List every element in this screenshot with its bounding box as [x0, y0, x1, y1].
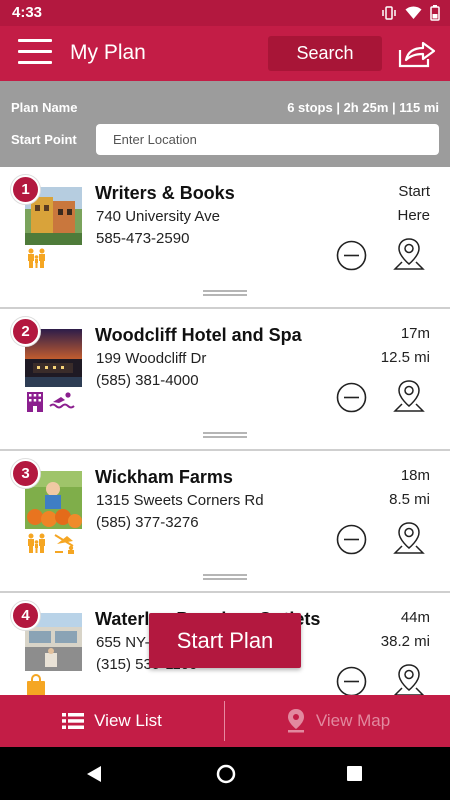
bottom-bar: View List View Map: [0, 695, 450, 747]
list-item[interactable]: 2 Woodcliff Hotel and Spa 199 Woodcliff …: [0, 309, 450, 451]
plan-summary: 6 stops | 2h 25m | 115 mi: [287, 100, 439, 115]
stop-number-badge: 4: [11, 601, 40, 630]
stop-distance: Here: [397, 207, 430, 224]
amenities: [25, 248, 49, 268]
view-map-button[interactable]: View Map: [226, 695, 450, 747]
stop-number-badge: 1: [11, 175, 40, 204]
map-pin-icon[interactable]: [393, 521, 425, 555]
stop-travel-time: 18m: [400, 467, 430, 484]
stop-phone[interactable]: (585) 381-4000: [96, 372, 199, 389]
app-bar: My Plan Search: [0, 26, 450, 81]
start-plan-button[interactable]: Start Plan: [149, 613, 301, 668]
vibrate-icon: [382, 6, 396, 20]
view-list-button[interactable]: View List: [0, 695, 224, 747]
stop-name[interactable]: Wickham Farms: [95, 467, 233, 488]
drag-handle[interactable]: [203, 290, 247, 296]
stop-phone[interactable]: 585-473-2590: [96, 230, 189, 247]
remove-icon[interactable]: [336, 382, 367, 413]
plan-name-label: Plan Name: [11, 100, 78, 115]
remove-icon[interactable]: [336, 666, 367, 695]
stop-address: 199 Woodcliff Dr: [96, 350, 207, 367]
menu-icon[interactable]: [18, 39, 52, 67]
start-point-label: Start Point: [11, 132, 77, 147]
stop-number-badge: 2: [11, 317, 40, 346]
hotel-icon: [27, 392, 43, 412]
shopping-bag-icon: [27, 674, 45, 695]
remove-icon[interactable]: [336, 240, 367, 271]
stop-number-badge: 3: [11, 459, 40, 488]
start-point-input[interactable]: [96, 124, 439, 155]
stop-name[interactable]: Woodcliff Hotel and Spa: [95, 325, 302, 346]
stop-distance: 12.5 mi: [380, 349, 430, 366]
list-icon: [62, 713, 85, 729]
status-icons: [381, 5, 440, 21]
map-pin-icon[interactable]: [393, 663, 425, 695]
stop-phone[interactable]: (585) 377-3276: [96, 514, 199, 531]
stop-travel-time: 17m: [400, 325, 430, 342]
remove-icon[interactable]: [336, 524, 367, 555]
status-bar: 4:33: [0, 0, 450, 26]
stop-address: 1315 Sweets Corners Rd: [96, 492, 264, 509]
status-time: 4:33: [12, 4, 43, 21]
plan-header: Plan Name 6 stops | 2h 25m | 115 mi Star…: [0, 81, 450, 167]
recent-apps-icon[interactable]: [346, 765, 363, 782]
bar-divider: [224, 701, 225, 741]
map-marker-icon: [287, 709, 304, 733]
family-icon: [28, 533, 45, 553]
list-item[interactable]: 1 Writers & Books 740 University Ave 585…: [0, 167, 450, 309]
stop-address: 740 University Ave: [96, 208, 220, 225]
amenities: [25, 674, 47, 695]
drag-handle[interactable]: [203, 432, 247, 438]
home-icon[interactable]: [216, 764, 236, 784]
stop-name[interactable]: Writers & Books: [95, 183, 235, 204]
drag-handle[interactable]: [203, 574, 247, 580]
map-pin-icon[interactable]: [393, 379, 425, 413]
stop-travel-time: 44m: [400, 609, 430, 626]
back-icon[interactable]: [86, 765, 102, 783]
swimming-icon: [49, 392, 75, 409]
list-item[interactable]: 3 Wickham Farms 1315 Sweets Corners Rd (…: [0, 451, 450, 593]
system-nav-bar: [0, 747, 450, 800]
view-list-label: View List: [94, 711, 162, 730]
share-icon[interactable]: [397, 39, 437, 69]
stop-distance: 8.5 mi: [389, 491, 430, 508]
outdoor-recreation-icon: [54, 534, 74, 554]
amenities: [25, 390, 75, 412]
stop-distance: 38.2 mi: [380, 633, 430, 650]
wifi-icon: [405, 6, 422, 19]
stop-travel-time: Start: [398, 183, 430, 200]
map-pin-icon[interactable]: [393, 237, 425, 271]
page-title: My Plan: [70, 41, 146, 64]
battery-icon: [430, 5, 440, 21]
family-icon: [28, 248, 45, 268]
view-map-label: View Map: [315, 711, 391, 730]
search-button[interactable]: Search: [268, 36, 382, 71]
amenities: [25, 532, 77, 554]
